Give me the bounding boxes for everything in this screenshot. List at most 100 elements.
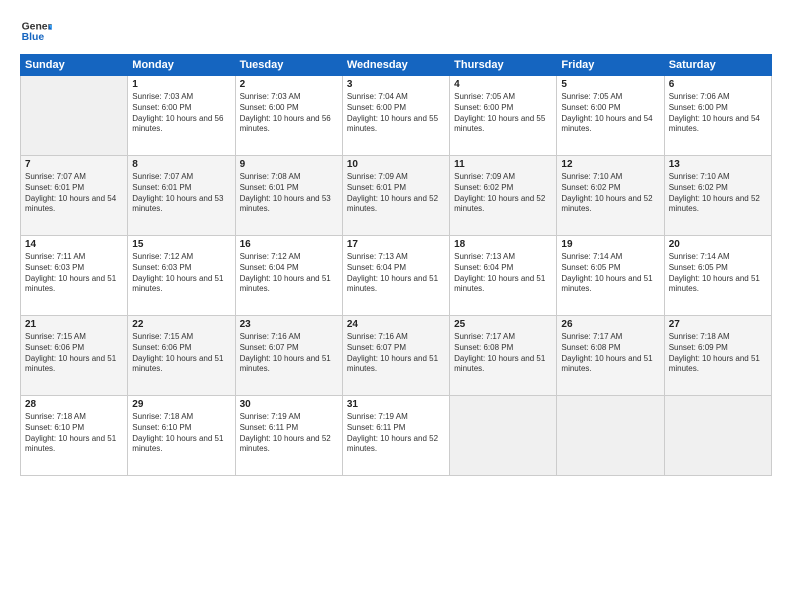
calendar-cell: 9Sunrise: 7:08 AMSunset: 6:01 PMDaylight…: [235, 156, 342, 236]
calendar-cell: [557, 396, 664, 476]
calendar-cell: 15 Sunrise: 7:12 AMSunset: 6:03 PMDayligh…: [128, 236, 235, 316]
cell-info: Sunrise: 7:03 AMSunset: 6:00 PMDaylight:…: [132, 92, 230, 135]
calendar-cell: 3 Sunrise: 7:04 AMSunset: 6:00 PMDaylight…: [342, 76, 449, 156]
day-number: 8: [132, 159, 230, 170]
calendar-cell: 2Sunrise: 7:03 AMSunset: 6:00 PMDaylight…: [235, 76, 342, 156]
week-row-3: 14 Sunrise: 7:11 AMSunset: 6:03 PMDayligh…: [21, 236, 772, 316]
header: General Blue: [20, 18, 772, 46]
week-row-2: 7 Sunrise: 7:07 AMSunset: 6:01 PMDaylight…: [21, 156, 772, 236]
cell-info: Sunrise: 7:06 AMSunset: 6:00 PMDaylight:…: [669, 92, 767, 135]
calendar-cell: 12Sunrise: 7:10 AMSunset: 6:02 PMDayligh…: [557, 156, 664, 236]
day-number: 3: [347, 79, 445, 90]
week-row-1: 1 Sunrise: 7:03 AMSunset: 6:00 PMDaylight…: [21, 76, 772, 156]
col-header-sunday: Sunday: [21, 55, 128, 76]
day-number: 22: [132, 319, 230, 330]
svg-text:General: General: [22, 22, 52, 33]
day-number: 21: [25, 319, 123, 330]
svg-text:Blue: Blue: [22, 32, 45, 43]
day-number: 18: [454, 239, 552, 250]
col-header-saturday: Saturday: [664, 55, 771, 76]
day-number: 12: [561, 159, 659, 170]
calendar-cell: 22 Sunrise: 7:15 AMSunset: 6:06 PMDayligh…: [128, 316, 235, 396]
cell-info: Sunrise: 7:05 AMSunset: 6:00 PMDaylight:…: [561, 92, 659, 135]
calendar-cell: 6 Sunrise: 7:06 AMSunset: 6:00 PMDaylight…: [664, 76, 771, 156]
day-number: 31: [347, 399, 445, 410]
cell-info: Sunrise: 7:14 AMSunset: 6:05 PMDaylight:…: [669, 252, 767, 295]
day-number: 20: [669, 239, 767, 250]
cell-info: Sunrise: 7:09 AMSunset: 6:01 PMDaylight:…: [347, 172, 445, 215]
cell-info: Sunrise: 7:18 AMSunset: 6:10 PMDaylight:…: [132, 412, 230, 455]
calendar-cell: 21Sunrise: 7:15 AMSunset: 6:06 PMDayligh…: [21, 316, 128, 396]
day-number: 30: [240, 399, 338, 410]
calendar-cell: 13Sunrise: 7:10 AMSunset: 6:02 PMDayligh…: [664, 156, 771, 236]
calendar-cell: 11 Sunrise: 7:09 AMSunset: 6:02 PMDayligh…: [450, 156, 557, 236]
cell-info: Sunrise: 7:18 AMSunset: 6:10 PMDaylight:…: [25, 412, 123, 455]
day-number: 14: [25, 239, 123, 250]
day-number: 1: [132, 79, 230, 90]
col-header-tuesday: Tuesday: [235, 55, 342, 76]
calendar-cell: 1 Sunrise: 7:03 AMSunset: 6:00 PMDaylight…: [128, 76, 235, 156]
day-number: 4: [454, 79, 552, 90]
day-number: 23: [240, 319, 338, 330]
calendar-cell: 26 Sunrise: 7:17 AMSunset: 6:08 PMDayligh…: [557, 316, 664, 396]
day-number: 11: [454, 159, 552, 170]
calendar-cell: 27 Sunrise: 7:18 AMSunset: 6:09 PMDayligh…: [664, 316, 771, 396]
calendar-cell: 5 Sunrise: 7:05 AMSunset: 6:00 PMDaylight…: [557, 76, 664, 156]
calendar-cell: 20 Sunrise: 7:14 AMSunset: 6:05 PMDayligh…: [664, 236, 771, 316]
cell-info: Sunrise: 7:07 AMSunset: 6:01 PMDaylight:…: [25, 172, 123, 215]
calendar-header: SundayMondayTuesdayWednesdayThursdayFrid…: [21, 55, 772, 76]
cell-info: Sunrise: 7:12 AMSunset: 6:04 PMDaylight:…: [240, 252, 338, 295]
day-number: 5: [561, 79, 659, 90]
day-number: 19: [561, 239, 659, 250]
day-number: 29: [132, 399, 230, 410]
cell-info: Sunrise: 7:18 AMSunset: 6:09 PMDaylight:…: [669, 332, 767, 375]
day-number: 6: [669, 79, 767, 90]
day-number: 2: [240, 79, 338, 90]
week-row-4: 21 Sunrise: 7:15 AMSunset: 6:06 PMDayligh…: [21, 316, 772, 396]
cell-info: Sunrise: 7:17 AMSunset: 6:08 PMDaylight:…: [454, 332, 552, 375]
cell-info: Sunrise: 7:12 AMSunset: 6:03 PMDaylight:…: [132, 252, 230, 295]
cell-info: Sunrise: 7:15 AMSunset: 6:06 PMDaylight:…: [132, 332, 230, 375]
calendar-cell: 31Sunrise: 7:19 AMSunset: 6:11 PMDayligh…: [342, 396, 449, 476]
cell-info: Sunrise: 7:05 AMSunset: 6:00 PMDaylight:…: [454, 92, 552, 135]
calendar-cell: 25Sunrise: 7:17 AMSunset: 6:08 PMDayligh…: [450, 316, 557, 396]
cell-info: Sunrise: 7:11 AMSunset: 6:03 PMDaylight:…: [25, 252, 123, 295]
day-number: 16: [240, 239, 338, 250]
calendar-cell: 8 Sunrise: 7:07 AMSunset: 6:01 PMDaylight…: [128, 156, 235, 236]
calendar-cell: 10Sunrise: 7:09 AMSunset: 6:01 PMDayligh…: [342, 156, 449, 236]
calendar-cell: 17Sunrise: 7:13 AMSunset: 6:04 PMDayligh…: [342, 236, 449, 316]
header-row: SundayMondayTuesdayWednesdayThursdayFrid…: [21, 55, 772, 76]
col-header-monday: Monday: [128, 55, 235, 76]
cell-info: Sunrise: 7:16 AMSunset: 6:07 PMDaylight:…: [347, 332, 445, 375]
col-header-friday: Friday: [557, 55, 664, 76]
calendar-cell: [21, 76, 128, 156]
calendar-body: 1 Sunrise: 7:03 AMSunset: 6:00 PMDaylight…: [21, 76, 772, 476]
calendar-cell: 23 Sunrise: 7:16 AMSunset: 6:07 PMDayligh…: [235, 316, 342, 396]
calendar-cell: 4 Sunrise: 7:05 AMSunset: 6:00 PMDaylight…: [450, 76, 557, 156]
week-row-5: 28Sunrise: 7:18 AMSunset: 6:10 PMDayligh…: [21, 396, 772, 476]
calendar-cell: 7 Sunrise: 7:07 AMSunset: 6:01 PMDaylight…: [21, 156, 128, 236]
logo-icon: General Blue: [20, 18, 52, 46]
cell-info: Sunrise: 7:19 AMSunset: 6:11 PMDaylight:…: [240, 412, 338, 455]
logo: General Blue: [20, 18, 52, 46]
calendar-cell: 30 Sunrise: 7:19 AMSunset: 6:11 PMDayligh…: [235, 396, 342, 476]
day-number: 27: [669, 319, 767, 330]
day-number: 24: [347, 319, 445, 330]
calendar-cell: 28Sunrise: 7:18 AMSunset: 6:10 PMDayligh…: [21, 396, 128, 476]
cell-info: Sunrise: 7:14 AMSunset: 6:05 PMDaylight:…: [561, 252, 659, 295]
cell-info: Sunrise: 7:07 AMSunset: 6:01 PMDaylight:…: [132, 172, 230, 215]
col-header-wednesday: Wednesday: [342, 55, 449, 76]
cell-info: Sunrise: 7:04 AMSunset: 6:00 PMDaylight:…: [347, 92, 445, 135]
calendar-cell: 19 Sunrise: 7:14 AMSunset: 6:05 PMDayligh…: [557, 236, 664, 316]
day-number: 17: [347, 239, 445, 250]
cell-info: Sunrise: 7:13 AMSunset: 6:04 PMDaylight:…: [454, 252, 552, 295]
cell-info: Sunrise: 7:09 AMSunset: 6:02 PMDaylight:…: [454, 172, 552, 215]
cell-info: Sunrise: 7:16 AMSunset: 6:07 PMDaylight:…: [240, 332, 338, 375]
day-number: 26: [561, 319, 659, 330]
calendar-cell: 24 Sunrise: 7:16 AMSunset: 6:07 PMDayligh…: [342, 316, 449, 396]
day-number: 15: [132, 239, 230, 250]
calendar-cell: 14 Sunrise: 7:11 AMSunset: 6:03 PMDayligh…: [21, 236, 128, 316]
cell-info: Sunrise: 7:17 AMSunset: 6:08 PMDaylight:…: [561, 332, 659, 375]
cell-info: Sunrise: 7:08 AMSunset: 6:01 PMDaylight:…: [240, 172, 338, 215]
day-number: 7: [25, 159, 123, 170]
